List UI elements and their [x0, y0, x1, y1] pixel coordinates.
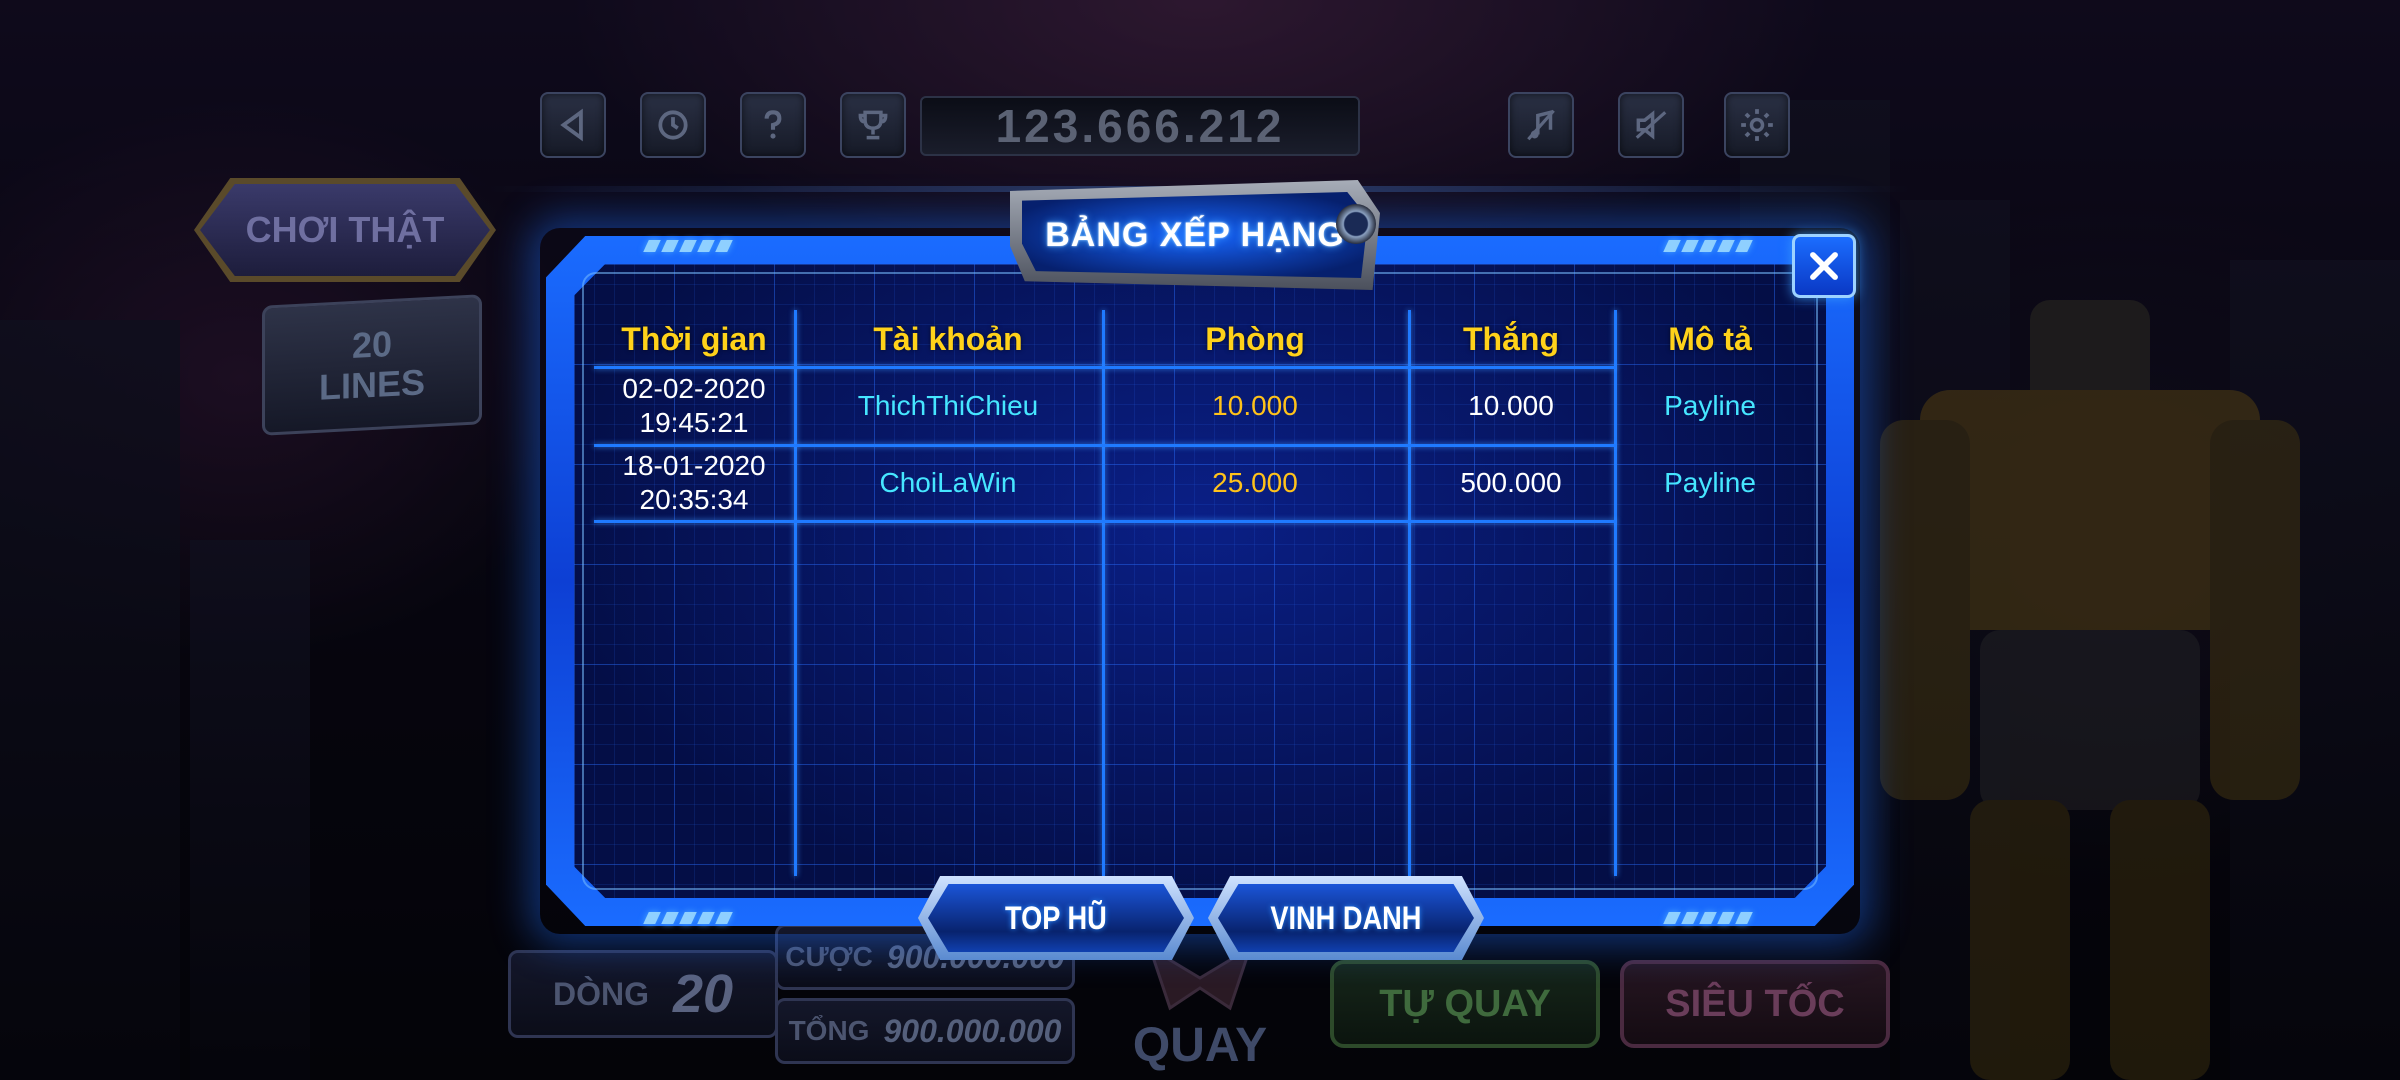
lines-selector-label: DÒNG — [552, 975, 649, 1012]
time-cell: 18-01-2020 20:35:34 — [594, 444, 794, 522]
description-cell: Payline — [1664, 467, 1756, 499]
frame-stripes-decor — [643, 240, 733, 252]
leaderboard-button[interactable] — [840, 92, 906, 158]
music-toggle-button[interactable] — [1508, 92, 1574, 158]
win-cell: 10.000 — [1468, 390, 1554, 422]
frame-stripes-decor — [643, 912, 733, 924]
total-bet-display: TỔNG 900.000.000 — [775, 998, 1075, 1064]
turbo-button[interactable]: SIÊU TỐC — [1620, 960, 1890, 1048]
top-toolbar: 123.666.212 — [540, 92, 1790, 160]
account-cell: ChoiLaWin — [879, 467, 1017, 499]
room-cell: 25.000 — [1212, 467, 1298, 499]
close-icon — [1810, 252, 1838, 280]
frame-stripes-decor — [1663, 240, 1753, 252]
date-text: 02-02-2020 — [622, 373, 766, 405]
history-button[interactable] — [640, 92, 706, 158]
time-text: 20:35:34 — [639, 484, 749, 515]
account-cell: ThichThiChieu — [857, 390, 1039, 422]
close-button[interactable] — [1792, 234, 1856, 298]
lines-selector-value: 20 — [672, 964, 734, 1024]
balance-display: 123.666.212 — [920, 96, 1360, 156]
column-header-time: Thời gian — [621, 320, 767, 357]
real-play-mode-label: CHƠI THẬT — [245, 209, 445, 250]
back-button[interactable] — [540, 92, 606, 158]
date-text: 18-01-2020 — [622, 450, 766, 482]
lines-label: LINES — [318, 361, 425, 408]
modal-title-box: BẢNG XẾP HẠNG — [1022, 192, 1368, 278]
time-text: 19:45:21 — [639, 407, 749, 438]
frame-stripes-decor — [1663, 912, 1753, 924]
spin-label: QUAY — [1132, 1018, 1268, 1072]
gear-icon — [1741, 109, 1773, 141]
column-header-description: Mô tả — [1668, 320, 1752, 357]
tab-hall-of-fame[interactable] — [1208, 876, 1484, 960]
help-button[interactable] — [740, 92, 806, 158]
back-icon — [560, 108, 583, 142]
help-icon — [764, 110, 782, 139]
plaque-bolt-icon — [1336, 204, 1376, 244]
turbo-label: SIÊU TỐC — [1665, 982, 1845, 1025]
sound-toggle-button[interactable] — [1618, 92, 1684, 158]
auto-spin-button[interactable]: TỰ QUAY — [1330, 960, 1600, 1048]
room-cell: 10.000 — [1212, 390, 1298, 422]
history-icon — [658, 110, 688, 140]
time-cell: 02-02-2020 19:45:21 — [594, 367, 794, 445]
lines-badge: 20 LINES — [262, 294, 482, 436]
music-off-icon — [1527, 109, 1555, 141]
column-header-account: Tài khoản — [873, 320, 1023, 357]
win-cell: 500.000 — [1460, 467, 1562, 499]
trophy-icon — [858, 110, 888, 140]
modal-title: BẢNG XẾP HẠNG — [1045, 215, 1345, 254]
total-bet-label: TỔNG — [788, 1015, 870, 1046]
lines-selector[interactable]: DÒNG 20 — [508, 950, 778, 1038]
table-row: 02-02-2020 19:45:21 ThichThiChieu 10.000… — [594, 367, 1806, 445]
lines-count: 20 — [351, 323, 393, 367]
settings-button[interactable] — [1724, 92, 1790, 158]
tab-top-jackpot[interactable] — [918, 876, 1194, 960]
total-bet-value: 900.000.000 — [883, 1012, 1062, 1049]
description-cell: Payline — [1664, 390, 1756, 422]
real-play-mode-button[interactable]: CHƠI THẬT — [200, 184, 490, 276]
bet-label: CƯỢC — [785, 941, 873, 972]
sound-off-icon — [1635, 110, 1667, 140]
table-row: 18-01-2020 20:35:34 ChoiLaWin 25.000 500… — [594, 444, 1806, 522]
auto-spin-label: TỰ QUAY — [1379, 982, 1551, 1025]
column-header-room: Phòng — [1205, 320, 1305, 357]
column-header-win: Thắng — [1463, 320, 1559, 357]
